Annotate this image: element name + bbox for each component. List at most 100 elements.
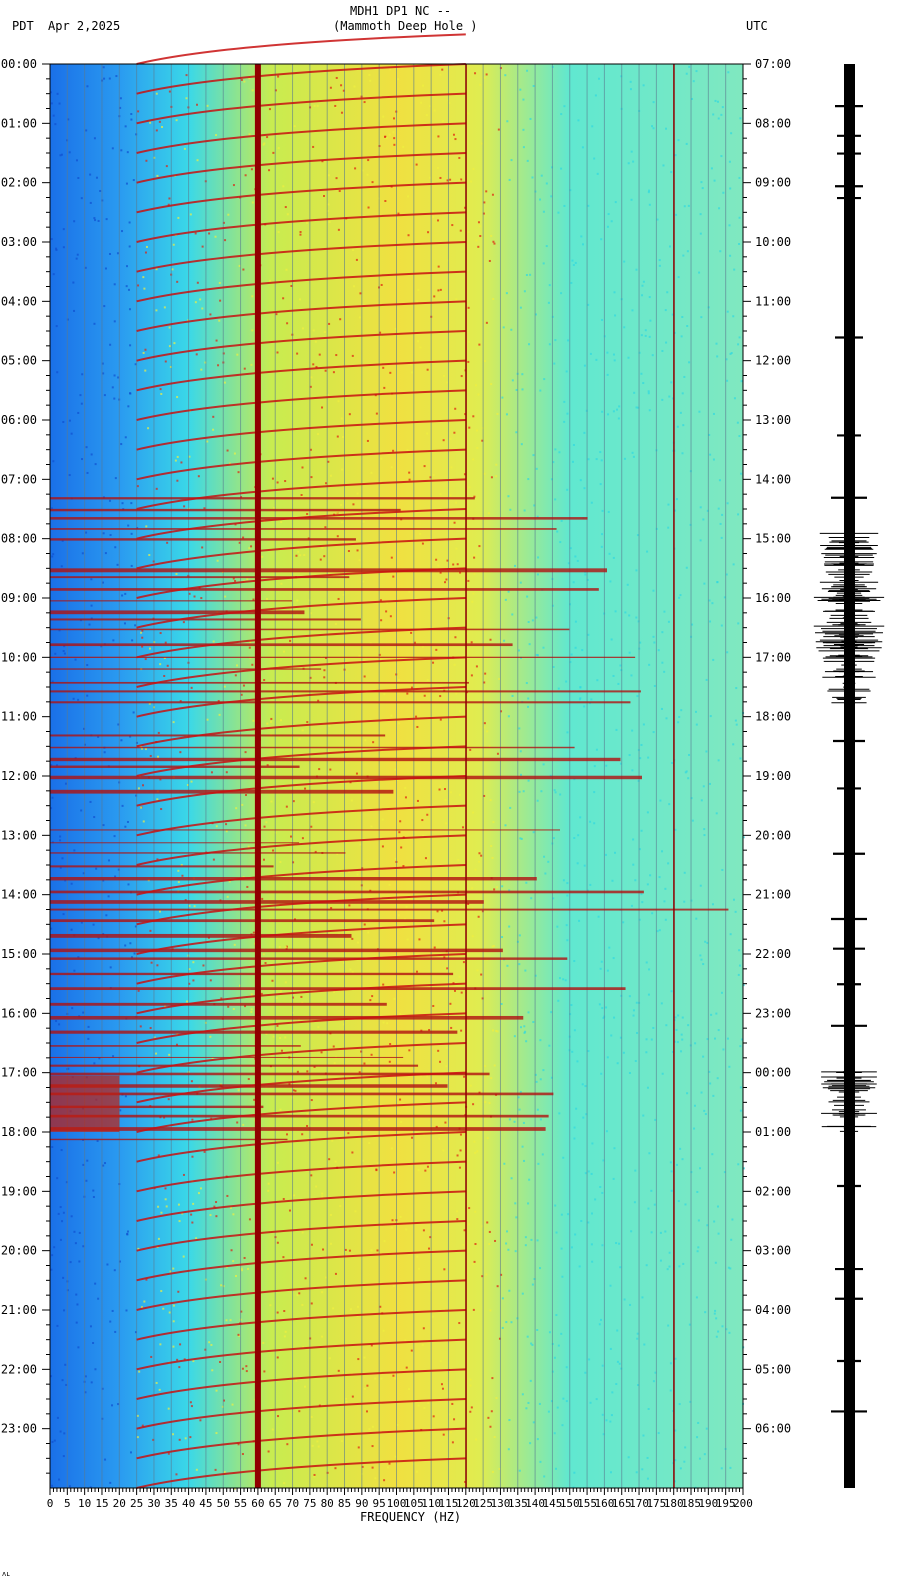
noise-speck	[720, 113, 723, 116]
noise-speck	[54, 652, 57, 655]
noise-speck	[92, 923, 95, 926]
noise-speck	[461, 826, 464, 829]
noise-speck	[262, 1341, 265, 1344]
noise-speck	[451, 224, 454, 227]
noise-speck	[612, 353, 615, 356]
noise-speck	[163, 306, 166, 309]
noise-speck	[75, 1321, 78, 1324]
noise-speck	[426, 1165, 429, 1168]
noise-speck	[740, 472, 743, 475]
noise-speck	[455, 501, 458, 504]
noise-speck	[445, 1046, 448, 1049]
noise-speck	[280, 582, 283, 585]
noise-speck	[651, 125, 654, 128]
noise-speck	[678, 715, 681, 718]
noise-speck	[731, 1218, 734, 1221]
noise-speck	[536, 1239, 539, 1242]
noise-speck	[235, 807, 238, 810]
y-tick-label-utc: 14:00	[755, 472, 791, 486]
noise-speck	[561, 1424, 564, 1427]
noise-speck	[161, 125, 164, 128]
noise-speck	[608, 946, 611, 949]
noise-speck	[714, 1037, 717, 1040]
noise-speck	[584, 1085, 587, 1088]
noise-speck	[699, 1167, 702, 1170]
noise-speck	[491, 193, 494, 196]
noise-speck	[587, 1221, 590, 1224]
noise-speck	[458, 975, 461, 978]
noise-speck	[197, 475, 200, 478]
noise-speck	[92, 1189, 95, 1192]
noise-speck	[599, 967, 602, 970]
noise-speck	[284, 946, 287, 949]
noise-speck	[250, 993, 253, 996]
noise-speck	[312, 801, 315, 804]
noise-speck	[301, 1133, 304, 1136]
noise-speck	[106, 1263, 109, 1266]
noise-speck	[70, 432, 73, 435]
noise-speck	[738, 242, 741, 245]
noise-speck	[508, 925, 511, 928]
noise-speck	[554, 498, 557, 501]
noise-speck	[525, 274, 528, 277]
noise-speck	[86, 471, 89, 474]
noise-speck	[59, 839, 62, 842]
noise-speck	[206, 104, 209, 107]
noise-speck	[702, 785, 705, 788]
noise-speck	[490, 383, 493, 386]
noise-speck	[252, 719, 255, 722]
noise-speck	[350, 799, 353, 802]
noise-speck	[306, 512, 309, 515]
noise-speck	[701, 187, 704, 190]
noise-speck	[556, 1406, 559, 1409]
event-band	[50, 1030, 458, 1034]
noise-speck	[389, 68, 392, 71]
noise-speck	[220, 1284, 223, 1287]
noise-speck	[634, 1060, 637, 1063]
noise-speck	[612, 556, 615, 559]
noise-speck	[605, 1006, 608, 1009]
noise-speck	[462, 1328, 465, 1331]
noise-speck	[438, 1137, 441, 1140]
noise-speck	[113, 283, 116, 286]
noise-speck	[283, 1335, 286, 1338]
noise-speck	[618, 1242, 621, 1245]
noise-speck	[136, 485, 139, 488]
noise-speck	[679, 1147, 682, 1150]
noise-speck	[595, 458, 598, 461]
noise-speck	[319, 558, 322, 561]
noise-speck	[179, 751, 182, 754]
noise-speck	[527, 779, 530, 782]
noise-speck	[728, 1331, 731, 1334]
noise-speck	[665, 1024, 668, 1027]
y-tick-label-utc: 05:00	[755, 1362, 791, 1376]
noise-speck	[576, 559, 579, 562]
noise-speck	[76, 1303, 79, 1306]
noise-speck	[61, 857, 64, 860]
noise-speck	[172, 1433, 175, 1436]
noise-speck	[245, 1365, 248, 1368]
noise-speck	[504, 824, 507, 827]
noise-speck	[199, 1187, 202, 1190]
noise-speck	[507, 1248, 510, 1251]
noise-speck	[564, 979, 567, 982]
noise-speck	[370, 1249, 373, 1252]
spectrogram-plot-area	[49, 33, 745, 1490]
noise-speck	[266, 722, 269, 725]
noise-speck	[62, 913, 65, 916]
noise-speck	[583, 431, 586, 434]
noise-speck	[532, 1021, 535, 1024]
noise-speck	[276, 1161, 279, 1164]
noise-speck	[567, 1213, 570, 1216]
noise-speck	[288, 1209, 291, 1212]
noise-speck	[483, 360, 486, 363]
noise-speck	[664, 918, 667, 921]
noise-speck	[470, 674, 473, 677]
noise-speck	[484, 1101, 487, 1104]
noise-speck	[367, 206, 370, 209]
noise-speck	[609, 1347, 612, 1350]
noise-speck	[261, 897, 264, 900]
noise-speck	[681, 452, 684, 455]
noise-speck	[575, 1107, 578, 1110]
noise-speck	[124, 1095, 127, 1098]
